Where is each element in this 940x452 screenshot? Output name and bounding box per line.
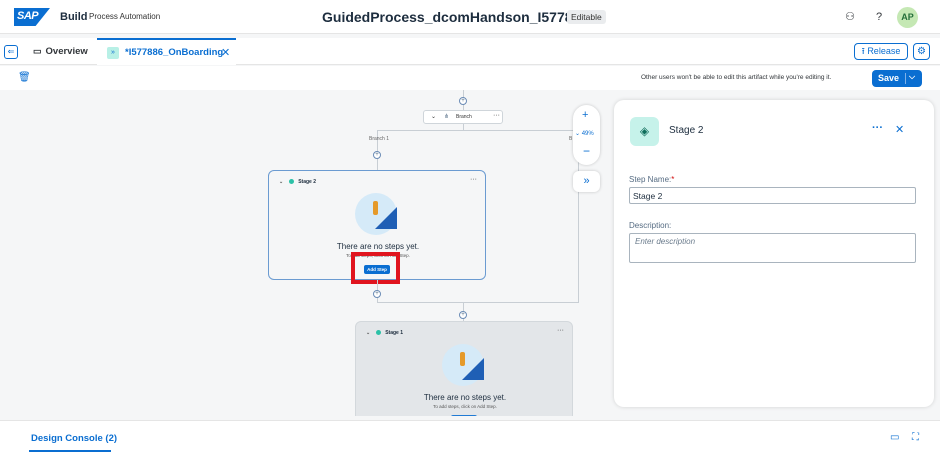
save-button[interactable]: Save ⌵ — [872, 70, 922, 87]
empty-subtitle: To add steps, click on Add Step. — [433, 404, 497, 409]
minimize-icon[interactable]: ▭ — [890, 432, 899, 443]
add-step-button[interactable] — [451, 415, 477, 416]
panel-title: Stage 2 — [669, 125, 704, 136]
stage-card-stage1[interactable]: ⌄ Stage 1 ··· There are no steps yet. To … — [355, 321, 573, 416]
empty-title: There are no steps yet. — [423, 393, 507, 402]
stage-header: ⌄ Stage 2 — [279, 179, 316, 185]
process-icon: » — [107, 47, 119, 59]
release-button[interactable]: ⭱ Release — [854, 43, 908, 60]
connector — [377, 302, 579, 303]
close-tab-icon[interactable]: ✕ — [221, 46, 230, 59]
stage-icon — [376, 330, 382, 336]
save-label: Save — [878, 73, 900, 83]
product-subtitle: Process Automation — [89, 12, 161, 21]
empty-title: There are no steps yet. — [336, 242, 420, 251]
add-node-icon[interactable]: + — [459, 311, 467, 319]
zoom-out-icon[interactable]: − — [583, 144, 590, 158]
avatar[interactable]: AP — [897, 7, 918, 28]
navigation-icon[interactable]: ⇐ — [4, 45, 18, 59]
tab-onboarding-label: *I577886_OnBoarding — [125, 47, 224, 58]
required-marker: * — [671, 175, 675, 184]
sap-logo-text: SAP — [17, 10, 39, 22]
close-icon[interactable]: ✕ — [895, 123, 904, 136]
stage-layers-icon: ◈ — [630, 117, 659, 146]
toolbar: 🗑 Other users won't be able to edit this… — [0, 66, 940, 90]
joule-icon[interactable]: ⚇ — [843, 10, 857, 24]
zoom-control: + ⌄ 49% − — [573, 105, 600, 165]
stage-title: Stage 1 — [385, 330, 403, 336]
step-name-label-text: Step Name: — [629, 175, 672, 184]
release-label: Release — [867, 46, 901, 56]
delete-icon[interactable]: 🗑 — [18, 72, 31, 83]
zoom-level[interactable]: ⌄ 49% — [575, 130, 594, 137]
empty-illustration — [442, 344, 484, 386]
expand-panel-icon[interactable]: » — [573, 171, 600, 192]
sap-logo[interactable]: SAP — [14, 8, 50, 26]
more-icon[interactable]: ··· — [872, 122, 883, 134]
chevron-down-icon: ⌄ — [575, 131, 582, 137]
description-label: Description: — [629, 221, 672, 230]
step-name-input[interactable]: Stage 2 — [629, 187, 916, 204]
stage-icon — [289, 179, 295, 185]
chevron-down-icon[interactable]: ⌄ — [279, 179, 283, 185]
chevron-down-icon: ⌄ — [431, 114, 437, 120]
shell-bar: SAP Build Process Automation GuidedProce… — [0, 0, 940, 34]
help-icon[interactable]: ? — [872, 10, 886, 24]
settings-icon[interactable]: ⚙ — [913, 43, 930, 60]
design-console-bar: Design Console (2) ▭ ⛶ — [0, 420, 940, 452]
tab-design-console[interactable]: Design Console (2) — [31, 433, 117, 444]
more-icon[interactable]: ··· — [557, 327, 564, 334]
branch2-label: B — [569, 136, 573, 142]
edit-lock-notice: Other users won't be able to edit this a… — [641, 74, 832, 81]
chevron-down-icon[interactable]: ⌄ — [366, 330, 370, 336]
branch-label: Branch — [456, 114, 472, 120]
tab-bar: ⇐ ▭ Overview » *I577886_OnBoarding ✕ ⭱ Re… — [0, 38, 940, 65]
highlight-box — [351, 252, 400, 284]
step-name-label: Step Name:* — [629, 175, 674, 184]
properties-panel: ◈ Stage 2 ··· ✕ Step Name:* Stage 2 Desc… — [614, 100, 934, 407]
status-badge: Editable — [567, 10, 606, 24]
add-node-icon[interactable]: + — [459, 97, 467, 105]
stage-header: ⌄ Stage 1 — [366, 330, 403, 336]
branch-icon: ⋔ — [444, 114, 450, 120]
tab-overview-label: Overview — [45, 46, 88, 57]
tab-onboarding[interactable]: » *I577886_OnBoarding ✕ — [97, 38, 236, 65]
chevron-down-icon[interactable]: ⌵ — [909, 72, 915, 82]
more-icon[interactable]: ··· — [493, 112, 500, 119]
add-node-icon[interactable]: + — [373, 290, 381, 298]
description-textarea[interactable]: Enter description — [629, 233, 916, 263]
fullscreen-icon[interactable]: ⛶ — [912, 432, 919, 443]
folder-icon: ▭ — [33, 46, 42, 56]
connector — [377, 130, 578, 131]
zoom-in-icon[interactable]: + — [582, 109, 588, 121]
branch-node[interactable]: ⌄ ⋔ Branch ··· — [423, 110, 503, 124]
branch1-label: Branch 1 — [369, 136, 390, 142]
more-icon[interactable]: ··· — [470, 176, 477, 183]
tab-overview[interactable]: ▭ Overview — [33, 46, 88, 57]
product-name: Build — [60, 11, 88, 23]
add-node-icon[interactable]: + — [373, 151, 381, 159]
stage-title: Stage 2 — [298, 179, 316, 185]
save-separator — [905, 73, 906, 84]
empty-illustration — [355, 193, 397, 235]
page-title: GuidedProcess_dcomHandson_I577886 — [322, 9, 589, 25]
zoom-level-value: 49% — [581, 131, 594, 137]
